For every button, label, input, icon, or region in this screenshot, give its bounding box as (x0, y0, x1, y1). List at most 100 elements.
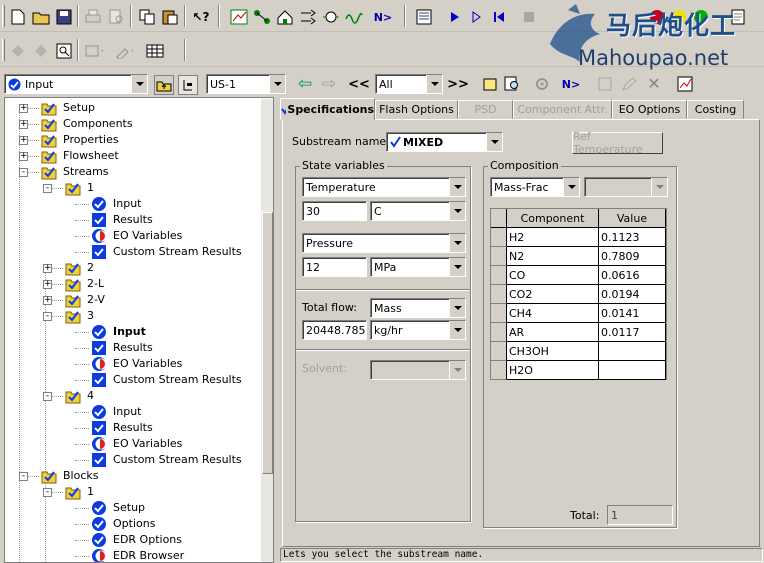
state-var-2-unit-combo[interactable]: MPa (370, 257, 466, 277)
tree-node[interactable]: Custom Stream Results (91, 452, 242, 468)
forward-arrow-icon[interactable]: ⇨ (320, 75, 338, 93)
tree-node[interactable]: Blocks (41, 468, 98, 484)
grid-row-header[interactable] (491, 304, 507, 323)
navigation-combo[interactable]: Input (4, 74, 148, 94)
component-name-cell[interactable]: N2 (507, 247, 599, 266)
component-value-cell[interactable]: 0.0117 (599, 323, 666, 342)
total-flow-basis-combo[interactable]: Mass (370, 298, 466, 318)
state-var-1-unit-combo[interactable]: C (370, 201, 466, 221)
collapse-icon[interactable]: - (19, 472, 28, 481)
tree-node[interactable]: EO Variables (91, 228, 182, 244)
tree-node[interactable]: Input (91, 196, 141, 212)
copy-icon[interactable] (138, 8, 156, 26)
substream-combo[interactable]: MIXED (386, 132, 503, 152)
collapse-icon[interactable]: - (43, 392, 52, 401)
align-icon[interactable] (85, 42, 103, 60)
notes-icon[interactable] (481, 75, 499, 93)
chevron-down-icon[interactable] (449, 178, 465, 196)
chevron-down-icon[interactable] (269, 75, 285, 93)
total-flow-value-input[interactable]: 20448.785 (302, 320, 367, 340)
state-var-2-value-input[interactable]: 12 (302, 257, 367, 277)
collapse-icon[interactable]: - (43, 488, 52, 497)
new-file-icon[interactable] (9, 8, 27, 26)
tree-node[interactable]: 2 (65, 260, 94, 276)
stream-arrow-icon[interactable] (299, 8, 317, 26)
tree-node[interactable]: Flowsheet (41, 148, 119, 164)
tree-node[interactable]: EDR Browser (91, 548, 184, 562)
tree-node[interactable]: EO Variables (91, 356, 182, 372)
component-value-cell[interactable]: 0.0194 (599, 285, 666, 304)
expand-icon[interactable]: + (19, 152, 28, 161)
next-sheet-button[interactable]: >> (447, 75, 469, 93)
component-name-cell[interactable]: CO2 (507, 285, 599, 304)
component-name-cell[interactable]: CH3OH (507, 342, 599, 361)
tree-node[interactable]: Custom Stream Results (91, 372, 242, 388)
component-name-cell[interactable]: AR (507, 323, 599, 342)
tree-scrollbar-thumb[interactable] (262, 212, 273, 474)
tab-costing[interactable]: Costing (687, 100, 744, 119)
state-var-2-combo[interactable]: Pressure (302, 233, 466, 253)
component-name-cell[interactable]: CH4 (507, 304, 599, 323)
tree-node[interactable]: Input (91, 404, 141, 420)
expand-icon[interactable]: + (19, 120, 28, 129)
composition-basis-combo[interactable]: Mass-Frac (490, 177, 580, 197)
tree-node[interactable]: Properties (41, 132, 119, 148)
search-results-icon[interactable] (503, 75, 521, 93)
zoom-full-icon[interactable] (55, 42, 73, 60)
hide-icon[interactable] (9, 42, 27, 60)
expand-icon[interactable]: + (43, 264, 52, 273)
tab-component-attr[interactable]: Component Attr. (513, 100, 612, 119)
folder-list-icon[interactable] (178, 75, 198, 95)
grid-row-header[interactable] (491, 266, 507, 285)
tree-node[interactable]: Results (91, 340, 153, 356)
component-value-cell[interactable]: 0.7809 (599, 247, 666, 266)
component-name-cell[interactable]: CO (507, 266, 599, 285)
tree-node[interactable]: Components (41, 116, 133, 132)
expand-icon[interactable]: + (19, 136, 28, 145)
next-expert-icon[interactable]: N> (374, 8, 392, 26)
ref-temperature-button[interactable]: Ref Temperature (572, 130, 663, 156)
back-arrow-icon[interactable]: ⇦ (296, 75, 314, 93)
composition-units-combo[interactable] (584, 177, 668, 197)
previous-sheet-button[interactable]: << (348, 75, 370, 93)
paste-icon[interactable] (161, 8, 179, 26)
tree-node[interactable]: Custom Stream Results (91, 244, 242, 260)
save-icon[interactable] (55, 8, 73, 26)
component-name-cell[interactable]: H2 (507, 228, 599, 247)
tree-node[interactable]: 4 (65, 388, 94, 404)
data-browser-icon[interactable] (230, 8, 248, 26)
grid-row-header[interactable] (491, 285, 507, 304)
collapse-icon[interactable]: - (43, 312, 52, 321)
dropper-icon[interactable] (115, 42, 133, 60)
up-folder-icon[interactable] (154, 75, 174, 95)
chevron-down-icon[interactable] (449, 258, 465, 276)
chevron-down-icon[interactable] (449, 202, 465, 220)
unit-set-combo[interactable]: US-1 (206, 74, 286, 94)
chevron-down-icon[interactable] (486, 133, 502, 151)
print-preview-icon[interactable] (107, 8, 125, 26)
grid-row-header[interactable] (491, 342, 507, 361)
tree-node[interactable]: 1 (65, 180, 94, 196)
wavy-stream-icon[interactable] (345, 8, 363, 26)
tree-node[interactable]: Setup (41, 100, 95, 116)
control-panel-icon[interactable] (415, 8, 433, 26)
tab-eo-options[interactable]: EO Options (612, 100, 687, 119)
component-value-cell[interactable] (599, 342, 666, 361)
component-value-cell[interactable]: 0.1123 (599, 228, 666, 247)
component-value-cell[interactable]: 0.0141 (599, 304, 666, 323)
flowsheet-connect-icon[interactable] (253, 8, 271, 26)
expand-icon[interactable]: + (43, 280, 52, 289)
chevron-down-icon[interactable] (449, 321, 465, 339)
tree-node[interactable]: 3 (65, 308, 94, 324)
step-icon[interactable] (468, 8, 486, 26)
heater-icon[interactable] (322, 8, 340, 26)
chevron-down-icon[interactable] (131, 75, 147, 93)
solvent-combo[interactable] (370, 360, 466, 380)
tree-node[interactable]: Options (91, 516, 155, 532)
total-flow-unit-combo[interactable]: kg/hr (370, 320, 466, 340)
tree-node[interactable]: Streams (41, 164, 109, 180)
expand-icon[interactable]: + (19, 104, 28, 113)
tab-psd[interactable]: PSD (458, 100, 513, 119)
chevron-down-icon[interactable] (563, 178, 579, 196)
reinitialize-icon[interactable] (490, 8, 508, 26)
